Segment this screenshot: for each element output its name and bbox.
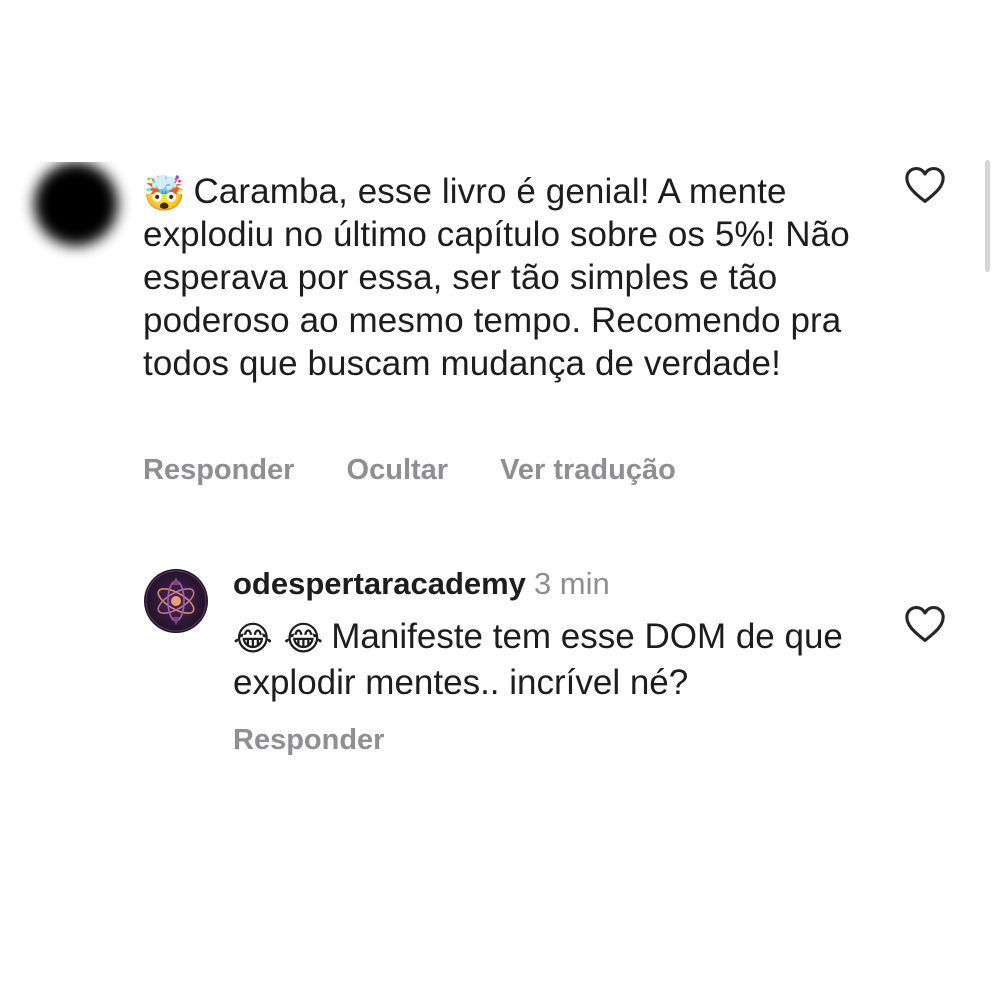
exploding-head-emoji: 🤯	[143, 174, 186, 214]
heart-icon[interactable]	[904, 166, 946, 204]
reply-text: Manifeste tem esse DOM de que explodir m…	[233, 617, 843, 702]
hide-button[interactable]: Ocultar	[347, 454, 449, 487]
comment-text: Caramba, esse livro é genial! A mente ex…	[143, 172, 850, 383]
reply-button[interactable]: Responder	[233, 724, 384, 757]
username[interactable]: odespertaracademy	[233, 566, 526, 601]
heart-icon[interactable]	[904, 605, 946, 643]
avatar-crop	[20, 140, 140, 162]
avatar[interactable]	[144, 569, 208, 633]
reply-button[interactable]: Responder	[143, 454, 294, 487]
scrollbar[interactable]	[985, 160, 990, 272]
reply-body: 😂 😂 Manifeste tem esse DOM de que explodi…	[233, 614, 873, 706]
comment-actions: Responder Ocultar Ver tradução	[143, 454, 676, 487]
laughing-emoji: 😂 😂	[233, 619, 324, 659]
reply-header: odespertaracademy 3 min	[233, 566, 610, 602]
avatar[interactable]	[34, 162, 118, 246]
translate-button[interactable]: Ver tradução	[500, 454, 676, 487]
comment-body: 🤯 Caramba, esse livro é genial! A mente e…	[143, 170, 863, 385]
timestamp: 3 min	[533, 566, 610, 601]
reply-actions: Responder	[233, 724, 384, 757]
atom-logo-icon	[145, 570, 207, 632]
